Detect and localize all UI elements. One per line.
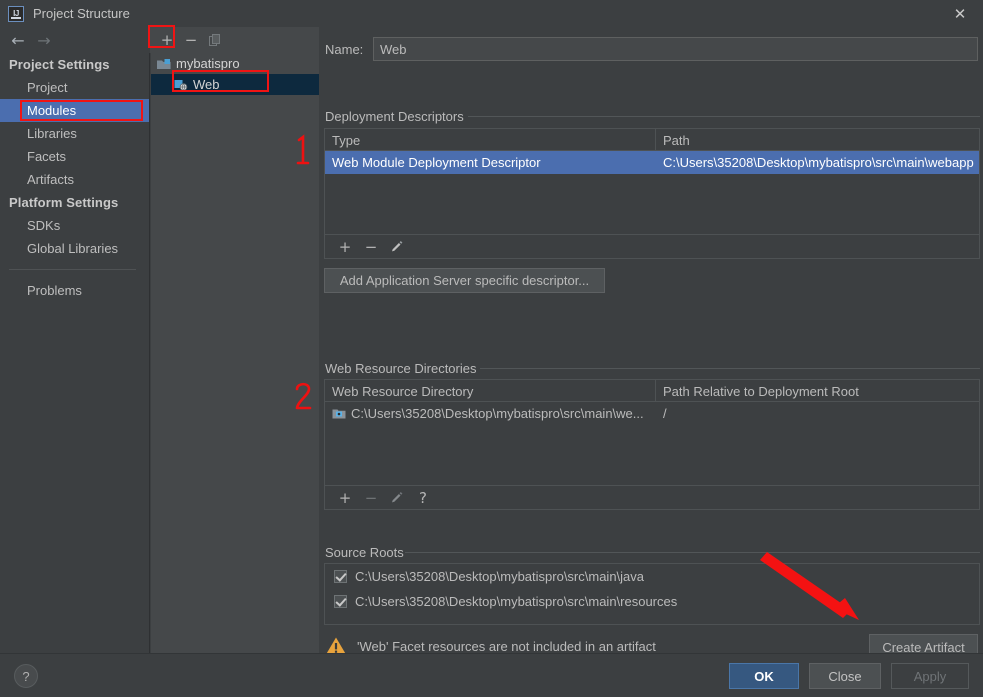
- sidebar-divider: [9, 269, 136, 270]
- column-header-type[interactable]: Type: [325, 129, 656, 151]
- copy-module-icon[interactable]: [203, 29, 227, 51]
- add-module-button[interactable]: +: [155, 29, 179, 51]
- sidebar-group-platform-settings: Platform Settings: [9, 195, 119, 210]
- source-roots-section-label: Source Roots: [325, 545, 410, 560]
- forward-arrow-icon[interactable]: →: [33, 30, 55, 50]
- add-descriptor-button[interactable]: +: [332, 237, 358, 257]
- sidebar-item-sdks[interactable]: SDKs: [0, 214, 149, 237]
- source-root-path: C:\Users\35208\Desktop\mybatispro\src\ma…: [355, 569, 645, 584]
- section-rule: [405, 552, 980, 553]
- section-rule: [468, 116, 980, 117]
- sidebar-item-project[interactable]: Project: [0, 76, 149, 99]
- add-web-resource-button[interactable]: +: [332, 488, 358, 508]
- deployment-descriptors-section-label: Deployment Descriptors: [325, 109, 470, 124]
- table-header: Web Resource Directory Path Relative to …: [325, 380, 979, 402]
- edit-pencil-icon[interactable]: [384, 237, 410, 257]
- module-tree-toolbar: + −: [150, 27, 319, 53]
- ok-button[interactable]: OK: [729, 663, 799, 689]
- section-rule: [480, 368, 980, 369]
- sidebar-item-facets[interactable]: Facets: [0, 145, 149, 168]
- tree-node-web[interactable]: Web: [151, 74, 319, 95]
- deployment-descriptors-toolbar: + −: [324, 235, 980, 259]
- column-header-web-resource-directory[interactable]: Web Resource Directory: [325, 380, 656, 402]
- sidebar-item-modules[interactable]: Modules: [0, 99, 149, 122]
- source-root-path: C:\Users\35208\Desktop\mybatispro\src\ma…: [355, 594, 678, 609]
- web-resource-directories-table: Web Resource Directory Path Relative to …: [324, 379, 980, 486]
- facet-settings-panel: Name: Deployment Descriptors Type Path W…: [320, 27, 983, 661]
- sidebar-item-global-libraries[interactable]: Global Libraries: [0, 237, 149, 260]
- close-icon[interactable]: ✕: [937, 0, 983, 27]
- source-root-checkbox[interactable]: [334, 570, 347, 583]
- name-label: Name:: [325, 41, 364, 57]
- cell-relative-path: /: [663, 406, 667, 421]
- deployment-descriptors-table: Type Path Web Module Deployment Descript…: [324, 128, 980, 235]
- add-application-server-descriptor-button[interactable]: Add Application Server specific descript…: [324, 268, 605, 293]
- name-row: Name:: [325, 37, 978, 61]
- back-arrow-icon[interactable]: ←: [7, 30, 29, 50]
- apply-button: Apply: [891, 663, 969, 689]
- tree-node-label: mybatispro: [176, 56, 240, 71]
- artifact-warning-message: 'Web' Facet resources are not included i…: [357, 638, 656, 654]
- module-icon: [157, 58, 171, 70]
- dialog-footer: ? OK Close Apply: [0, 653, 983, 697]
- cell-path: C:\Users\35208\Desktop\mybatispro\src\ma…: [663, 155, 974, 170]
- cancel-button[interactable]: Close: [809, 663, 881, 689]
- window-title: Project Structure: [33, 6, 130, 21]
- column-header-relative-path[interactable]: Path Relative to Deployment Root: [656, 380, 979, 402]
- cell-type: Web Module Deployment Descriptor: [332, 155, 541, 170]
- tree-node-label: Web: [193, 77, 220, 92]
- web-facet-icon: [174, 79, 188, 91]
- module-tree-panel: mybatispro Web: [151, 53, 319, 653]
- sidebar-item-libraries[interactable]: Libraries: [0, 122, 149, 145]
- tree-node-mybatispro[interactable]: mybatispro: [151, 53, 319, 74]
- list-item[interactable]: C:\Users\35208\Desktop\mybatispro\src\ma…: [325, 564, 979, 589]
- sidebar-group-project-settings: Project Settings: [9, 57, 110, 72]
- remove-web-resource-button: −: [364, 488, 378, 507]
- cell-directory-text: C:\Users\35208\Desktop\mybatispro\src\ma…: [351, 406, 644, 421]
- cell-directory: C:\Users\35208\Desktop\mybatispro\src\ma…: [325, 402, 656, 425]
- web-resource-directories-section-label: Web Resource Directories: [325, 361, 483, 376]
- table-row[interactable]: Web Module Deployment Descriptor C:\User…: [325, 151, 979, 174]
- settings-sidebar: Project Settings Project Modules Librari…: [0, 53, 150, 653]
- table-header: Type Path: [325, 129, 979, 151]
- web-resource-directories-toolbar: + − ?: [324, 486, 980, 510]
- source-root-checkbox[interactable]: [334, 595, 347, 608]
- sidebar-item-problems[interactable]: Problems: [0, 279, 149, 302]
- folder-icon: [332, 408, 346, 420]
- help-button[interactable]: ?: [14, 664, 38, 688]
- list-item[interactable]: C:\Users\35208\Desktop\mybatispro\src\ma…: [325, 589, 979, 614]
- title-bar: IJ Project Structure ✕: [0, 0, 983, 27]
- web-resource-help-icon[interactable]: ?: [410, 488, 436, 508]
- remove-descriptor-button[interactable]: −: [358, 237, 384, 257]
- sidebar-item-artifacts[interactable]: Artifacts: [0, 168, 149, 191]
- column-header-path[interactable]: Path: [656, 129, 979, 151]
- edit-pencil-icon: [384, 488, 410, 508]
- source-roots-list: C:\Users\35208\Desktop\mybatispro\src\ma…: [324, 563, 980, 625]
- table-row[interactable]: C:\Users\35208\Desktop\mybatispro\src\ma…: [325, 402, 979, 425]
- remove-module-button[interactable]: −: [179, 29, 203, 51]
- intellij-idea-logo-icon: IJ: [8, 5, 24, 22]
- name-input[interactable]: [373, 37, 978, 61]
